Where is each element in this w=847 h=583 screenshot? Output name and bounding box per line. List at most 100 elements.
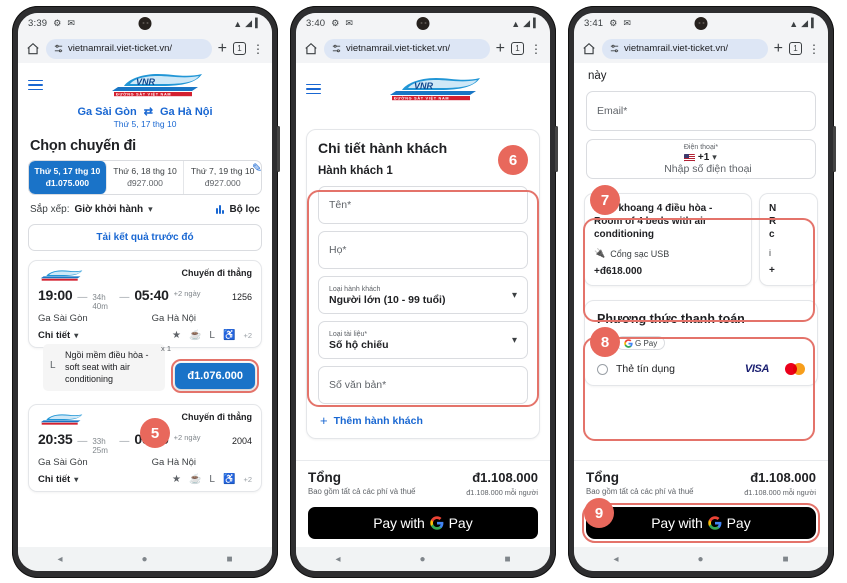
trip-from: Ga Sài Gòn	[38, 457, 88, 468]
filter-button[interactable]: Bộ lọc	[215, 204, 260, 215]
email-placeholder: Email*	[597, 105, 628, 117]
tab-count-button[interactable]: 1	[233, 42, 246, 55]
date-tab-day: Thứ 6, 18 thg 10	[113, 166, 177, 176]
address-bar[interactable]: vietnamrail.viet-ticket.vn/	[602, 38, 768, 59]
arrive-time: 05:40	[134, 287, 169, 303]
step-badge-8: 8	[590, 327, 620, 357]
recents-button[interactable]: ■	[226, 554, 232, 565]
email-field[interactable]: Email*	[586, 91, 816, 131]
recents-button[interactable]: ■	[782, 554, 788, 565]
date-tab-1[interactable]: Thứ 6, 18 thg 10 đ927.000	[107, 161, 185, 194]
trip-card-0[interactable]: Chuyến đi thẳng 19:00 — 34h 40m — 05:40 …	[28, 260, 262, 393]
trip-to: Ga Hà Nội	[151, 313, 196, 324]
coffee-icon: ☕	[188, 330, 202, 341]
battery-icon: ▍	[533, 18, 540, 28]
svg-text:VNR: VNR	[136, 77, 156, 87]
more-menu-icon[interactable]: ⋮	[252, 43, 264, 55]
date-tab-2[interactable]: Thứ 7, 19 thg 10 đ927.000	[184, 161, 261, 194]
star-icon: ★	[172, 474, 181, 485]
home-button[interactable]: ●	[419, 554, 425, 565]
new-tab-icon[interactable]: +	[218, 40, 227, 57]
amenities: ★ ☕ L ♿ +2	[172, 474, 252, 485]
trip-detail-toggle[interactable]: Chi tiết ▾	[38, 330, 78, 341]
vnr-logo: VNR ĐƯỜNG SẮT VIỆT NAM	[53, 71, 262, 99]
edit-icon[interactable]: ✎	[252, 161, 262, 175]
menu-icon[interactable]	[306, 81, 321, 98]
page-content-2: VNR ĐƯỜNG SẮT VIỆT NAM Chi tiết hành khá…	[296, 63, 550, 460]
date-tab-0[interactable]: Thứ 5, 17 thg 10 đ1.075.000	[29, 161, 107, 194]
home-button[interactable]: ●	[141, 554, 147, 565]
total-label: Tổng	[308, 470, 341, 485]
berth-title: N R c	[769, 203, 777, 240]
home-icon[interactable]	[26, 42, 40, 56]
address-bar[interactable]: vietnamrail.viet-ticket.vn/	[46, 38, 212, 59]
add-passenger-button[interactable]: + Thêm hành khách	[318, 404, 528, 430]
route-summary[interactable]: Ga Sài Gòn ⇄ Ga Hà Nội	[18, 101, 272, 119]
load-previous-button[interactable]: Tải kết quả trước đó	[28, 224, 262, 251]
pay-label: Pay	[726, 515, 751, 531]
phone-label: Điện thoại*	[683, 144, 719, 151]
pay-with-gpay-button[interactable]: Pay with Pay	[308, 507, 538, 539]
battery-icon: ▍	[255, 18, 262, 28]
back-button[interactable]: ◂	[57, 554, 62, 565]
status-bar-3: 3:41 ⚙ ✉ ▲ ◢ ▍	[574, 13, 828, 34]
wifi-icon: ▲	[233, 18, 243, 29]
home-icon[interactable]	[582, 42, 596, 56]
trip-card-1[interactable]: Chuyến đi thẳng 20:35 — 33h 25m — 06:00 …	[28, 404, 262, 492]
phone-field[interactable]: Điện thoại* +1 ▾ Nhập số điện thoại	[586, 139, 816, 179]
new-tab-icon[interactable]: +	[774, 40, 783, 57]
front-camera	[416, 17, 430, 30]
total-label: Tổng	[586, 470, 619, 485]
back-button[interactable]: ◂	[335, 554, 340, 565]
gear-icon: ⚙	[53, 18, 62, 28]
train-number: 2004	[231, 436, 252, 446]
google-g-icon	[707, 516, 722, 530]
android-nav-bar-3: ◂ ● ■	[574, 547, 828, 571]
sort-value[interactable]: Giờ khởi hành	[74, 204, 143, 215]
total-bar-2: Tổng Bao gồm tất cả các phí và thuế đ1.1…	[296, 460, 550, 501]
gpay-label: G Pay	[635, 338, 658, 348]
document-number-field[interactable]: Số văn bản*	[318, 366, 528, 404]
passenger-type-select[interactable]: Loại hành khách Người lớn (10 - 99 tuổi)…	[318, 276, 528, 314]
browser-chrome-3: vietnamrail.viet-ticket.vn/ + 1 ⋮	[574, 34, 828, 63]
depart-time: 20:35	[38, 431, 73, 447]
seat-type-text: Ngồi mềm điều hòa - soft seat with air c…	[65, 350, 149, 384]
pay-with-gpay-button[interactable]: Pay with Pay	[582, 503, 820, 543]
phone-device-2: 3:40 ⚙ ✉ ▲ ◢ ▍ vietnamrail.viet-ticket.v…	[290, 6, 558, 578]
chevron-down-icon[interactable]: ▾	[148, 204, 153, 215]
document-type-select[interactable]: Loại tài liệu* Số hộ chiếu ▾	[318, 321, 528, 359]
country-code-select[interactable]: Điện thoại* +1 ▾	[683, 143, 719, 163]
more-menu-icon[interactable]: ⋮	[530, 43, 542, 55]
menu-icon[interactable]	[28, 77, 43, 94]
filter-icon	[215, 205, 225, 214]
status-time: 3:41	[584, 18, 604, 29]
site-header-2: VNR ĐƯỜNG SẮT VIỆT NAM	[296, 63, 550, 105]
recents-button[interactable]: ■	[504, 554, 510, 565]
address-bar[interactable]: vietnamrail.viet-ticket.vn/	[324, 38, 490, 59]
train-number: 1256	[231, 292, 252, 302]
back-button[interactable]: ◂	[613, 554, 618, 565]
svg-text:ĐƯỜNG SẮT VIỆT NAM: ĐƯỜNG SẮT VIỆT NAM	[394, 96, 449, 101]
document-number-placeholder: Số văn bản*	[329, 379, 387, 391]
home-icon[interactable]	[304, 42, 318, 56]
select-price-button[interactable]: đ1.076.000	[171, 359, 259, 393]
payment-option-gpay[interactable]: G Pay	[597, 336, 805, 350]
seat-icon: L	[50, 360, 56, 371]
payment-option-card[interactable]: Thẻ tín dụng VISA	[597, 363, 805, 375]
last-name-field[interactable]: Họ*	[318, 231, 528, 269]
tab-count-button[interactable]: 1	[789, 42, 802, 55]
new-tab-icon[interactable]: +	[496, 40, 505, 57]
tune-icon	[610, 44, 619, 53]
more-menu-icon[interactable]: ⋮	[808, 43, 820, 55]
country-code-value: +1	[697, 152, 710, 163]
chevron-down-icon: ▾	[511, 289, 517, 301]
phone-1-screen: 3:39 ⚙ ✉ ▲ ◢ ▍ vietnamrail.viet-ticket.v…	[18, 13, 272, 571]
trip-detail-toggle[interactable]: Chi tiết ▾	[38, 474, 78, 485]
total-right: đ1.108.000 đ1.108.000 mỗi người	[744, 470, 816, 497]
home-button[interactable]: ●	[697, 554, 703, 565]
radio-credit-card[interactable]	[597, 363, 608, 375]
amenities-more: +2	[243, 475, 252, 484]
tab-count-button[interactable]: 1	[511, 42, 524, 55]
berth-option-1[interactable]: N R c i +	[759, 193, 818, 286]
first-name-field[interactable]: Tên*	[318, 186, 528, 224]
